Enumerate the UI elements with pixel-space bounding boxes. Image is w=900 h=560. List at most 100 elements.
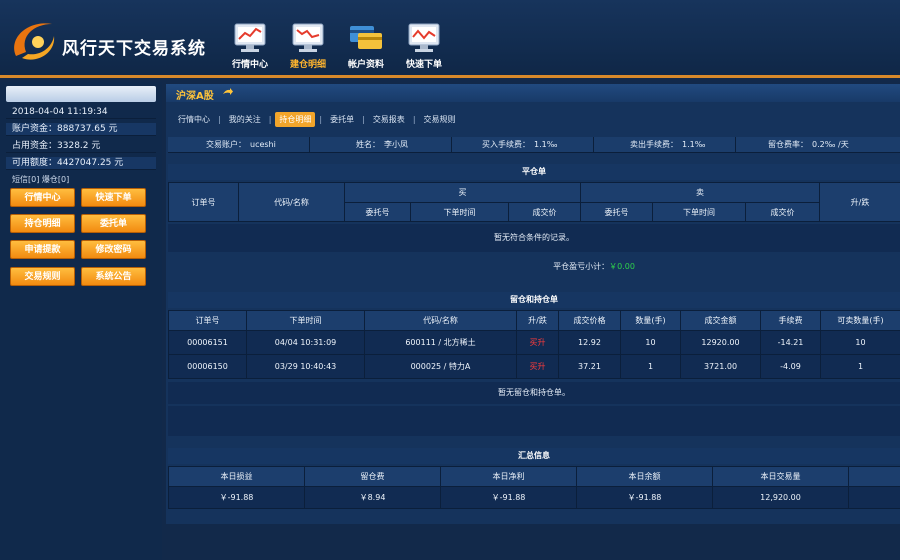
close-orders-empty: 暂无符合条件的记录。 [168, 224, 900, 252]
header-order-time: 下单时间 [246, 310, 365, 331]
header-today-net-profit: 本日净利 [440, 466, 577, 487]
nav-market-center[interactable]: 行情中心 [222, 22, 278, 70]
header-order-time: 下单时间 [652, 202, 746, 222]
hold-orders-title: 留仓和持仓单 [168, 292, 900, 308]
header-sellable-qty: 可卖数量(手) [820, 310, 900, 331]
nav-label: 建仓明细 [289, 60, 326, 70]
overnight-fee-rate: 留仓费率： 0.2‰ /天 [768, 140, 849, 149]
trading-rules-button[interactable]: 交易规则 [10, 267, 75, 286]
market-title: 沪深A股 [176, 91, 214, 102]
position-detail-button[interactable]: 持仓明细 [10, 214, 75, 233]
nav-label: 帐户资料 [347, 60, 384, 70]
tab-trading-rules[interactable]: 交易规则 [420, 112, 460, 127]
entrust-order-button[interactable]: 委托单 [81, 214, 146, 233]
header-buy: 买 [344, 182, 581, 203]
account-holder-name: 姓名： 李小凤 [310, 137, 452, 153]
main-nav: 行情中心 建仓明细 帐户资料 快速下单 [222, 22, 454, 70]
datetime: 2018-04-04 11:19:34 [6, 106, 156, 119]
close-pnl-subtotal: 平仓盈亏小计：￥0.00 [168, 254, 900, 280]
messages-status: 短信[0] 爆仓[0] [12, 175, 70, 184]
header-order-no: 订单号 [168, 310, 247, 331]
close-orders-table: 订单号 代码/名称 买 卖 升/跌 委托号 下单时间 成交价 委托号 下单时间 … [168, 182, 900, 222]
system-notice-button[interactable]: 系统公告 [81, 267, 146, 286]
overnight-fee: ￥8.94 [304, 486, 441, 509]
direction: 买升 [516, 354, 559, 379]
empty-cell [848, 486, 900, 509]
nav-label: 快速下单 [405, 60, 442, 70]
tab-separator: | [362, 115, 365, 124]
header-entrust-no: 委托号 [344, 202, 411, 222]
tab-separator: | [268, 115, 272, 124]
table-row[interactable]: 00006151 04/04 10:31:09 600111 / 北方稀土 买升… [168, 330, 900, 355]
deal-price: 37.21 [558, 354, 621, 379]
tab-my-watchlist[interactable]: 我的关注 [225, 112, 265, 127]
order-time: 03/29 10:40:43 [246, 354, 365, 379]
header-deal-price: 成交价 [745, 202, 820, 222]
close-orders-title: 平仓单 [168, 164, 900, 180]
bottom-strip [166, 524, 900, 560]
tab-market-center[interactable]: 行情中心 [174, 112, 214, 127]
top-header: 风行天下交易系统 行情中心 建仓明细 帐户资料 快速下单 [0, 0, 900, 78]
today-volume: 12,920.00 [712, 486, 849, 509]
header-quantity: 数量(手) [620, 310, 681, 331]
hold-orders-spacer [168, 406, 900, 436]
withdraw-request-button[interactable]: 申请提款 [10, 240, 75, 259]
sellable-qty: 1 [820, 354, 900, 379]
user-name-box [6, 86, 156, 102]
tab-position-detail[interactable]: 持仓明细 [275, 112, 316, 127]
quick-order-button[interactable]: 快速下单 [81, 188, 146, 207]
deal-price: 12.92 [558, 330, 621, 355]
table-row: ￥-91.88 ￥8.94 ￥-91.88 ￥-91.88 12,920.00 [168, 486, 900, 509]
tab-trade-report[interactable]: 交易报表 [369, 112, 409, 127]
header-deal-amount: 成交金额 [680, 310, 761, 331]
occupied-funds-row: 占用资金：3328.2 元 [6, 140, 156, 153]
order-no: 00006150 [168, 354, 247, 379]
buy-fee-rate: 买入手续费： 1.1‰ [452, 137, 594, 153]
hold-orders-empty: 暂无留仓和持仓单。 [168, 382, 900, 404]
header-deal-price: 成交价格 [558, 310, 621, 331]
nav-position-detail[interactable]: 建仓明细 [280, 22, 336, 70]
header-order-no: 订单号 [168, 182, 239, 222]
header-sell: 卖 [580, 182, 820, 203]
fee: -14.21 [760, 330, 821, 355]
summary-table: 本日损益 留仓费 本日净利 本日余额 本日交易量 ￥-91.88 ￥8.94 ￥… [168, 466, 900, 509]
header-today-pnl: 本日损益 [168, 466, 305, 487]
deal-amount: 3721.00 [680, 354, 761, 379]
table-row[interactable]: 00006150 03/29 10:40:43 000025 / 特力A 买升 … [168, 354, 900, 379]
tab-separator: | [412, 115, 416, 124]
header-direction: 升/跌 [819, 182, 900, 222]
header-overnight-fee: 留仓费 [304, 466, 441, 487]
market-center-button[interactable]: 行情中心 [10, 188, 75, 207]
change-password-button[interactable]: 修改密码 [81, 240, 146, 259]
header-today-balance: 本日余额 [576, 466, 713, 487]
header-today-volume: 本日交易量 [712, 466, 849, 487]
quantity: 10 [620, 330, 681, 355]
hold-orders-table: 订单号 下单时间 代码/名称 升/跌 成交价格 数量(手) 成交金额 手续费 可… [168, 310, 900, 379]
quantity: 1 [620, 354, 681, 379]
nav-quick-order[interactable]: 快速下单 [396, 22, 452, 70]
tab-entrust-orders[interactable]: 委托单 [326, 112, 358, 127]
account-info-bar: 交易账户： uceshi 姓名： 李小凤 买入手续费： 1.1‰ 卖出手续费： 1.1‰… [168, 137, 900, 153]
header-entrust-no: 委托号 [580, 202, 653, 222]
swoosh-logo-icon [14, 23, 55, 60]
today-balance: ￥-91.88 [576, 486, 713, 509]
nav-label: 行情中心 [231, 60, 268, 70]
order-time: 04/04 10:31:09 [246, 330, 365, 355]
header-deal-price: 成交价 [508, 202, 581, 222]
header-order-time: 下单时间 [410, 202, 509, 222]
sell-fee-rate: 卖出手续费： 1.1‰ [594, 137, 736, 153]
deal-amount: 12920.00 [680, 330, 761, 355]
main-panel: 沪深A股 行情中心 | 我的关注 | 持仓明细 | 委托单 | 交易报表 | 交… [166, 84, 900, 524]
monitor-chart-icon [292, 23, 324, 52]
market-bar: 沪深A股 [166, 84, 900, 102]
monitor-chart-icon [234, 23, 266, 52]
summary-title: 汇总信息 [168, 448, 900, 464]
sidebar: 2018-04-04 11:19:34 账户资金：888737.65 元 占用资… [0, 82, 162, 560]
header-empty [848, 466, 900, 487]
credit-cards-icon [350, 26, 382, 49]
monitor-chart-icon [408, 23, 440, 52]
direction: 买升 [516, 330, 559, 355]
nav-account-info[interactable]: 帐户资料 [338, 22, 394, 70]
app-title: 风行天下交易系统 [62, 39, 206, 59]
header-code-name: 代码/名称 [364, 310, 517, 331]
